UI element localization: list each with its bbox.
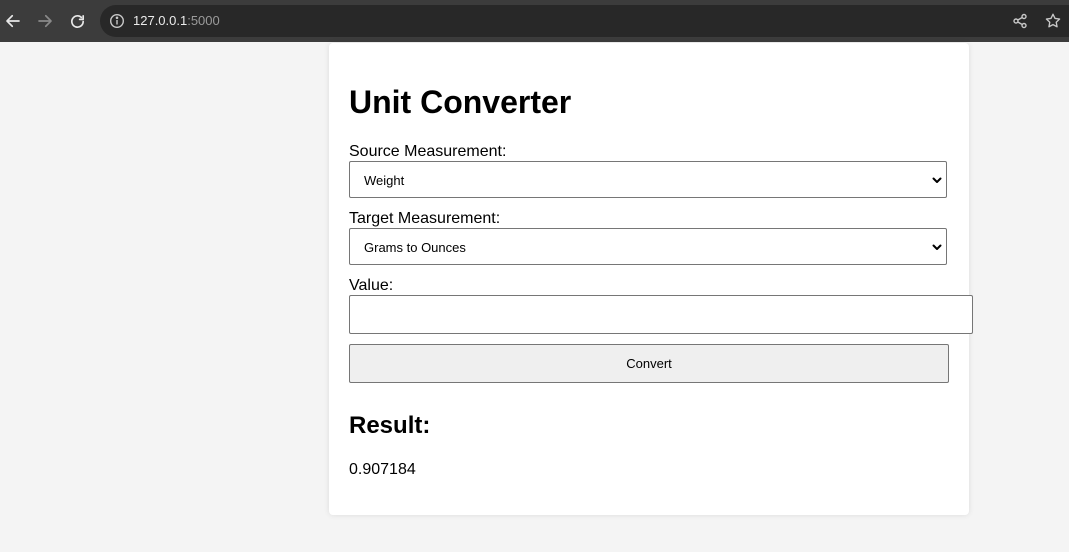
result-value: 0.907184: [349, 461, 416, 478]
forward-button[interactable]: [33, 9, 57, 33]
url-port: :5000: [187, 13, 220, 28]
arrow-right-icon: [38, 14, 52, 28]
target-selected-value: Grams to Ounces: [364, 240, 466, 255]
converter-card: Unit Converter Source Measurement: Weigh…: [329, 43, 973, 515]
source-measurement-select[interactable]: Weight: [349, 161, 947, 198]
arrow-left-icon: [6, 14, 20, 28]
url-text[interactable]: 127.0.0.1:5000: [133, 13, 220, 29]
browser-toolbar: 127.0.0.1:5000: [0, 0, 1069, 42]
convert-button[interactable]: Convert: [349, 344, 949, 383]
value-input[interactable]: [349, 295, 973, 334]
source-measurement-label: Source Measurement:: [349, 143, 507, 160]
address-bar[interactable]: 127.0.0.1:5000: [100, 5, 1069, 37]
target-measurement-label: Target Measurement:: [349, 210, 501, 227]
back-button[interactable]: [1, 9, 25, 33]
page-title: Unit Converter: [349, 84, 572, 120]
result-heading: Result:: [349, 412, 431, 439]
reload-button[interactable]: [65, 9, 89, 33]
share-icon[interactable]: [1012, 13, 1028, 29]
target-measurement-select[interactable]: Grams to Ounces: [349, 228, 947, 265]
value-label: Value:: [349, 277, 394, 294]
reload-icon: [70, 14, 84, 28]
url-host: 127.0.0.1: [133, 13, 188, 28]
chevron-down-icon: [932, 177, 942, 183]
bookmark-star-icon[interactable]: [1044, 12, 1062, 30]
info-icon[interactable]: [109, 13, 125, 29]
chevron-down-icon: [932, 244, 942, 250]
source-selected-value: Weight: [364, 173, 405, 188]
